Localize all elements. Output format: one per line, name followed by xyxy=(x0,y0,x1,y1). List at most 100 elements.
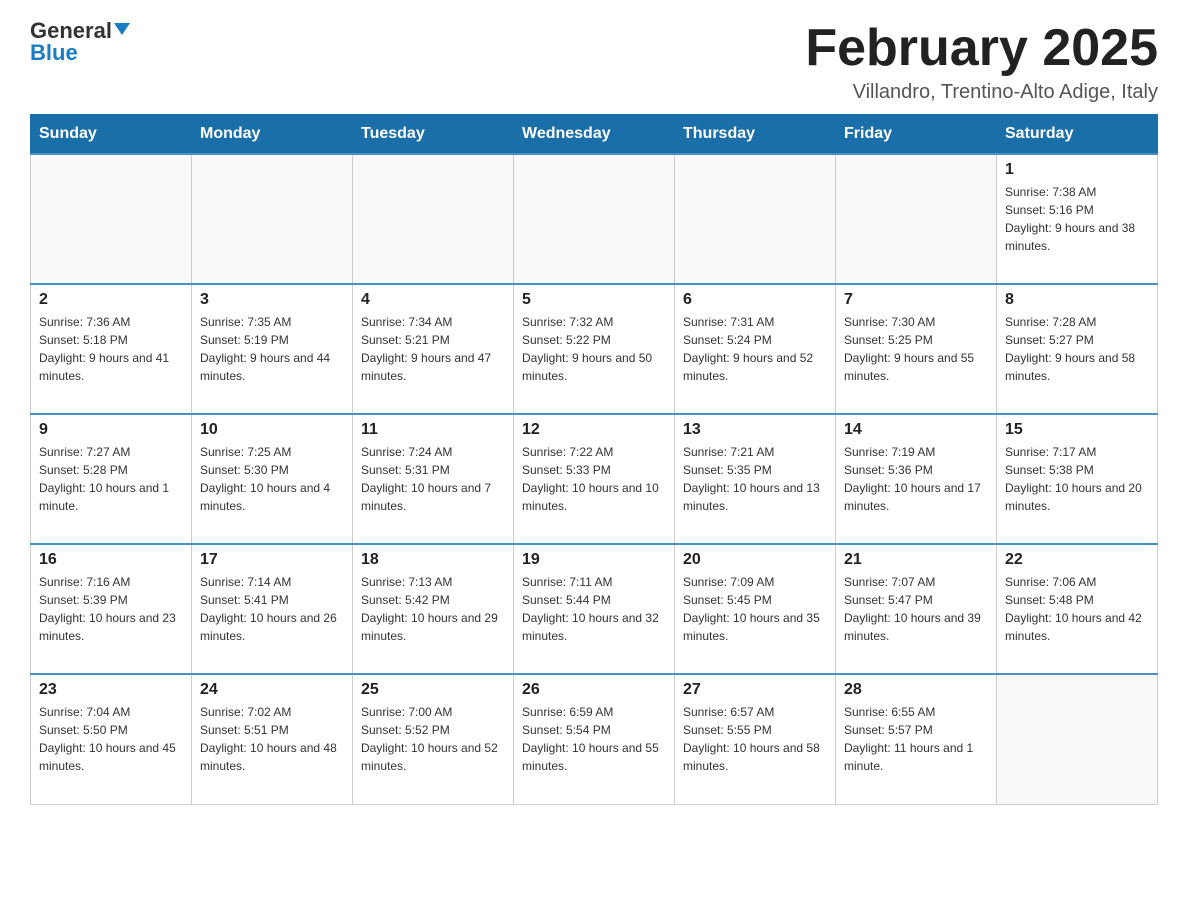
calendar-cell: 3Sunrise: 7:35 AMSunset: 5:19 PMDaylight… xyxy=(192,284,353,414)
day-number: 23 xyxy=(39,681,183,699)
calendar-week-row: 23 Sunrise: 7:04 AMSunset: 5:50 PMDayligh… xyxy=(31,674,1158,804)
calendar-cell: 17 Sunrise: 7:14 AMSunset: 5:41 PMDayligh… xyxy=(192,544,353,674)
calendar-cell xyxy=(675,154,836,284)
day-number: 24 xyxy=(200,681,344,699)
day-info: Sunrise: 7:28 AMSunset: 5:27 PMDaylight:… xyxy=(1005,313,1149,385)
calendar-cell: 16Sunrise: 7:16 AMSunset: 5:39 PMDayligh… xyxy=(31,544,192,674)
day-info: Sunrise: 7:21 AMSunset: 5:35 PMDaylight:… xyxy=(683,443,827,515)
weekday-header-monday: Monday xyxy=(192,115,353,155)
calendar-table: SundayMondayTuesdayWednesdayThursdayFrid… xyxy=(30,114,1158,805)
day-info: Sunrise: 7:17 AMSunset: 5:38 PMDaylight:… xyxy=(1005,443,1149,515)
day-number: 26 xyxy=(522,681,666,699)
calendar-cell: 25 Sunrise: 7:00 AMSunset: 5:52 PMDayligh… xyxy=(353,674,514,804)
calendar-cell: 7 Sunrise: 7:30 AMSunset: 5:25 PMDaylight… xyxy=(836,284,997,414)
day-info: Sunrise: 7:24 AMSunset: 5:31 PMDaylight:… xyxy=(361,443,505,515)
calendar-cell: 14 Sunrise: 7:19 AMSunset: 5:36 PMDayligh… xyxy=(836,414,997,544)
calendar-cell: 10 Sunrise: 7:25 AMSunset: 5:30 PMDayligh… xyxy=(192,414,353,544)
weekday-header-thursday: Thursday xyxy=(675,115,836,155)
day-info: Sunrise: 7:31 AMSunset: 5:24 PMDaylight:… xyxy=(683,313,827,385)
day-number: 17 xyxy=(200,551,344,569)
calendar-cell: 28Sunrise: 6:55 AMSunset: 5:57 PMDayligh… xyxy=(836,674,997,804)
calendar-cell xyxy=(353,154,514,284)
day-info: Sunrise: 7:14 AMSunset: 5:41 PMDaylight:… xyxy=(200,573,344,645)
day-number: 7 xyxy=(844,291,988,309)
day-info: Sunrise: 7:02 AMSunset: 5:51 PMDaylight:… xyxy=(200,703,344,775)
day-info: Sunrise: 7:32 AMSunset: 5:22 PMDaylight:… xyxy=(522,313,666,385)
day-info: Sunrise: 6:57 AMSunset: 5:55 PMDaylight:… xyxy=(683,703,827,775)
weekday-header-tuesday: Tuesday xyxy=(353,115,514,155)
calendar-cell: 8 Sunrise: 7:28 AMSunset: 5:27 PMDaylight… xyxy=(997,284,1158,414)
calendar-cell: 27 Sunrise: 6:57 AMSunset: 5:55 PMDayligh… xyxy=(675,674,836,804)
day-number: 6 xyxy=(683,291,827,309)
day-info: Sunrise: 7:13 AMSunset: 5:42 PMDaylight:… xyxy=(361,573,505,645)
calendar-cell: 6 Sunrise: 7:31 AMSunset: 5:24 PMDaylight… xyxy=(675,284,836,414)
calendar-cell: 4Sunrise: 7:34 AMSunset: 5:21 PMDaylight… xyxy=(353,284,514,414)
day-info: Sunrise: 7:04 AMSunset: 5:50 PMDaylight:… xyxy=(39,703,183,775)
calendar-cell: 22 Sunrise: 7:06 AMSunset: 5:48 PMDayligh… xyxy=(997,544,1158,674)
day-info: Sunrise: 7:11 AMSunset: 5:44 PMDaylight:… xyxy=(522,573,666,645)
calendar-cell xyxy=(836,154,997,284)
day-number: 12 xyxy=(522,421,666,439)
calendar-cell: 1 Sunrise: 7:38 AMSunset: 5:16 PMDaylight… xyxy=(997,154,1158,284)
calendar-cell: 21 Sunrise: 7:07 AMSunset: 5:47 PMDayligh… xyxy=(836,544,997,674)
day-info: Sunrise: 7:27 AMSunset: 5:28 PMDaylight:… xyxy=(39,443,183,515)
weekday-header-friday: Friday xyxy=(836,115,997,155)
weekday-header-wednesday: Wednesday xyxy=(514,115,675,155)
day-number: 10 xyxy=(200,421,344,439)
calendar-week-row: 16Sunrise: 7:16 AMSunset: 5:39 PMDayligh… xyxy=(31,544,1158,674)
day-number: 20 xyxy=(683,551,827,569)
day-info: Sunrise: 7:19 AMSunset: 5:36 PMDaylight:… xyxy=(844,443,988,515)
logo: General Blue xyxy=(30,20,130,64)
day-number: 21 xyxy=(844,551,988,569)
calendar-cell: 9 Sunrise: 7:27 AMSunset: 5:28 PMDaylight… xyxy=(31,414,192,544)
weekday-header-sunday: Sunday xyxy=(31,115,192,155)
calendar-week-row: 9 Sunrise: 7:27 AMSunset: 5:28 PMDaylight… xyxy=(31,414,1158,544)
calendar-cell: 18 Sunrise: 7:13 AMSunset: 5:42 PMDayligh… xyxy=(353,544,514,674)
day-number: 27 xyxy=(683,681,827,699)
calendar-header-row: SundayMondayTuesdayWednesdayThursdayFrid… xyxy=(31,115,1158,155)
calendar-cell xyxy=(31,154,192,284)
day-number: 19 xyxy=(522,551,666,569)
day-info: Sunrise: 7:25 AMSunset: 5:30 PMDaylight:… xyxy=(200,443,344,515)
day-number: 5 xyxy=(522,291,666,309)
day-info: Sunrise: 7:36 AMSunset: 5:18 PMDaylight:… xyxy=(39,313,183,385)
day-info: Sunrise: 7:30 AMSunset: 5:25 PMDaylight:… xyxy=(844,313,988,385)
calendar-cell xyxy=(514,154,675,284)
day-number: 1 xyxy=(1005,161,1149,179)
day-number: 18 xyxy=(361,551,505,569)
day-info: Sunrise: 6:59 AMSunset: 5:54 PMDaylight:… xyxy=(522,703,666,775)
day-number: 22 xyxy=(1005,551,1149,569)
day-info: Sunrise: 7:09 AMSunset: 5:45 PMDaylight:… xyxy=(683,573,827,645)
calendar-cell: 11Sunrise: 7:24 AMSunset: 5:31 PMDayligh… xyxy=(353,414,514,544)
day-number: 28 xyxy=(844,681,988,699)
calendar-cell: 2 Sunrise: 7:36 AMSunset: 5:18 PMDaylight… xyxy=(31,284,192,414)
day-number: 9 xyxy=(39,421,183,439)
calendar-cell: 24 Sunrise: 7:02 AMSunset: 5:51 PMDayligh… xyxy=(192,674,353,804)
day-info: Sunrise: 7:06 AMSunset: 5:48 PMDaylight:… xyxy=(1005,573,1149,645)
logo-blue-text: Blue xyxy=(30,42,78,64)
day-number: 14 xyxy=(844,421,988,439)
location-text: Villandro, Trentino-Alto Adige, Italy xyxy=(805,81,1158,104)
calendar-cell: 19 Sunrise: 7:11 AMSunset: 5:44 PMDayligh… xyxy=(514,544,675,674)
weekday-header-saturday: Saturday xyxy=(997,115,1158,155)
calendar-cell xyxy=(192,154,353,284)
day-number: 15 xyxy=(1005,421,1149,439)
calendar-cell: 5 Sunrise: 7:32 AMSunset: 5:22 PMDaylight… xyxy=(514,284,675,414)
day-info: Sunrise: 7:38 AMSunset: 5:16 PMDaylight:… xyxy=(1005,183,1149,255)
day-number: 8 xyxy=(1005,291,1149,309)
day-info: Sunrise: 7:00 AMSunset: 5:52 PMDaylight:… xyxy=(361,703,505,775)
day-info: Sunrise: 7:22 AMSunset: 5:33 PMDaylight:… xyxy=(522,443,666,515)
day-info: Sunrise: 7:16 AMSunset: 5:39 PMDaylight:… xyxy=(39,573,183,645)
calendar-cell: 26 Sunrise: 6:59 AMSunset: 5:54 PMDayligh… xyxy=(514,674,675,804)
calendar-cell: 20 Sunrise: 7:09 AMSunset: 5:45 PMDayligh… xyxy=(675,544,836,674)
calendar-cell: 13 Sunrise: 7:21 AMSunset: 5:35 PMDayligh… xyxy=(675,414,836,544)
day-number: 2 xyxy=(39,291,183,309)
day-number: 13 xyxy=(683,421,827,439)
calendar-week-row: 2 Sunrise: 7:36 AMSunset: 5:18 PMDaylight… xyxy=(31,284,1158,414)
calendar-cell: 23 Sunrise: 7:04 AMSunset: 5:50 PMDayligh… xyxy=(31,674,192,804)
calendar-week-row: 1 Sunrise: 7:38 AMSunset: 5:16 PMDaylight… xyxy=(31,154,1158,284)
day-number: 25 xyxy=(361,681,505,699)
day-info: Sunrise: 7:07 AMSunset: 5:47 PMDaylight:… xyxy=(844,573,988,645)
page-header: General Blue February 2025 Villandro, Tr… xyxy=(30,20,1158,104)
logo-general-text: General xyxy=(30,20,112,42)
